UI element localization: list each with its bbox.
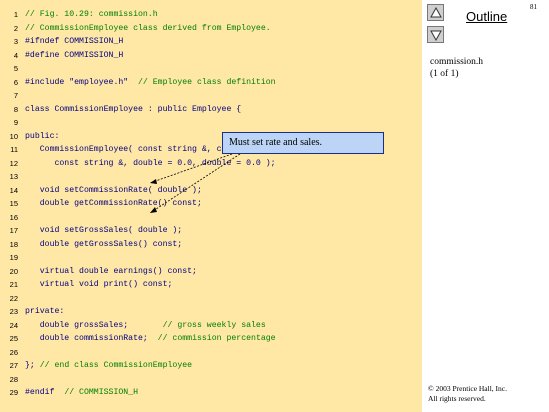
- callout-box: Must set rate and sales.: [222, 132, 384, 154]
- callout-arrow-2: [149, 153, 241, 214]
- callout-arrowhead-2: [150, 207, 157, 213]
- callout-arrows: [149, 153, 241, 214]
- callout-arrowhead-1: [150, 179, 157, 184]
- callout-arrow-1: [149, 153, 233, 184]
